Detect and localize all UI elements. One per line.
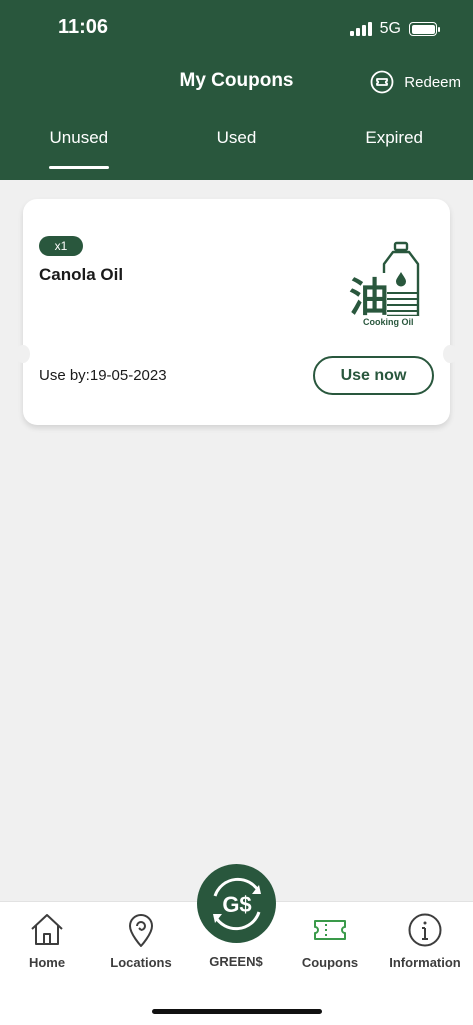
nav-home[interactable]: Home [0,902,94,972]
nav-coupons-label: Coupons [301,955,359,970]
redeem-icon [370,70,394,94]
nav-locations-label: Locations [110,955,172,970]
coupon-card[interactable]: x1 Canola Oil 油 Cooking Oil Use by:19-05… [16,199,457,425]
nav-information-label: Information [389,955,461,970]
coupon-tabs: Unused Used Expired [0,128,473,180]
home-indicator [152,1009,322,1014]
status-time: 11:06 [58,16,109,38]
oil-caption: Cooking Oil [363,317,414,327]
use-now-button[interactable]: Use now [313,356,434,395]
redeem-label: Redeem [404,73,461,91]
cooking-oil-icon: 油 Cooking Oil [349,241,420,327]
coupon-icon [314,920,346,940]
oil-glyph: 油 [349,275,389,321]
nav-locations[interactable]: Locations [94,902,188,972]
tab-used[interactable]: Used [158,128,316,180]
location-pin-icon [129,914,153,947]
info-icon [408,913,442,947]
coupon-title: Canola Oil [39,265,124,284]
app-header: 11:06 5G My Coupons Redeem Unused Used E… [0,0,473,180]
green-dollar-icon: G$ [212,877,261,930]
ticket-notch-right [443,345,457,363]
bottom-navigation: Home Locations G$ GREEN$ Coupons Informa… [0,864,473,1025]
green-dollar-glyph: G$ [222,892,251,917]
battery-icon [409,22,440,36]
use-by-date: Use by:19-05-2023 [39,367,167,384]
status-indicators: 5G [349,18,440,40]
tab-expired[interactable]: Expired [315,128,473,180]
nav-coupons[interactable]: Coupons [283,902,377,972]
home-icon [31,914,63,945]
nav-green-dollar-label: GREEN$ [209,954,263,969]
network-type: 5G [379,20,401,37]
nav-green-dollar-button[interactable]: G$ [197,864,276,943]
quantity-badge: x1 [39,236,83,256]
tab-unused[interactable]: Unused [0,128,158,180]
signal-icon [349,22,372,36]
ticket-notch-left [16,345,30,363]
nav-home-label: Home [28,955,66,970]
redeem-button[interactable]: Redeem [370,70,461,94]
nav-information[interactable]: Information [378,902,472,972]
